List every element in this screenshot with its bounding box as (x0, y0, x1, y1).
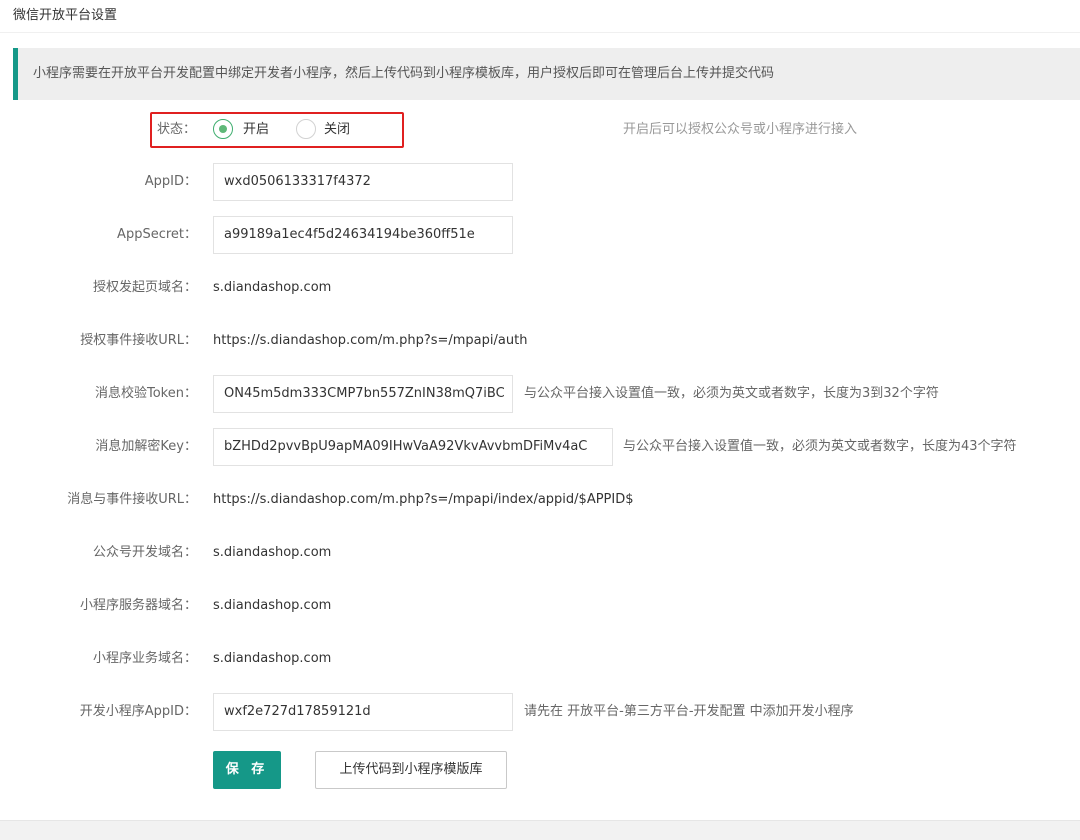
status-hint: 开启后可以授权公众号或小程序进行接入 (623, 122, 858, 137)
mini-business-domain-row: 小程序业务域名： s.diandashop.com (0, 640, 1080, 678)
mini-server-domain-value: s.diandashop.com (213, 598, 332, 613)
aes-key-input[interactable]: bZHDd2pvvBpU9apMA09IHwVaA92VkvAvvbmDFiMv… (213, 428, 613, 466)
auth-event-url-row: 授权事件接收URL： https://s.diandashop.com/m.ph… (0, 322, 1080, 360)
appsecret-row: AppSecret： a99189a1ec4f5d24634194be360ff… (0, 216, 1080, 254)
mini-business-domain-label: 小程序业务域名： (92, 651, 197, 666)
save-button[interactable]: 保 存 (213, 751, 281, 789)
appsecret-input[interactable]: a99189a1ec4f5d24634194be360ff51e (213, 216, 513, 254)
dev-mini-appid-row: 开发小程序AppID： wxf2e727d17859121d 请先在 开放平台-… (0, 693, 1080, 731)
mini-business-domain-value: s.diandashop.com (213, 651, 332, 666)
dev-mini-appid-hint: 请先在 开放平台-第三方平台-开发配置 中添加开发小程序 (524, 704, 854, 719)
status-label: 状态： (157, 122, 197, 137)
msg-event-url-label: 消息与事件接收URL： (67, 492, 197, 507)
dev-mini-appid-label: 开发小程序AppID： (79, 704, 197, 719)
radio-open[interactable] (213, 119, 233, 139)
footer-bar (0, 820, 1080, 840)
token-input[interactable]: ON45m5dm333CMP7bn557ZnIN38mQ7iBC (213, 375, 513, 413)
aes-key-hint: 与公众平台接入设置值一致，必须为英文或者数字，长度为43个字符 (623, 439, 1017, 454)
token-label: 消息校验Token： (95, 386, 197, 401)
auth-event-url-label: 授权事件接收URL： (80, 333, 197, 348)
appid-label: AppID： (144, 174, 197, 189)
upload-code-button[interactable]: 上传代码到小程序模版库 (315, 751, 507, 789)
appid-input[interactable]: wxd0506133317f4372 (213, 163, 513, 201)
radio-checked-dot (219, 125, 227, 133)
mp-dev-domain-row: 公众号开发域名： s.diandashop.com (0, 534, 1080, 572)
appid-row: AppID： wxd0506133317f4372 (0, 163, 1080, 201)
auth-domain-row: 授权发起页域名： s.diandashop.com (0, 269, 1080, 307)
page-title: 微信开放平台设置 (13, 8, 118, 23)
auth-domain-label: 授权发起页域名： (92, 280, 197, 295)
auth-domain-value: s.diandashop.com (213, 280, 332, 295)
mini-server-domain-label: 小程序服务器域名： (79, 598, 197, 613)
page-header: 微信开放平台设置 (0, 0, 1080, 33)
dev-mini-appid-input[interactable]: wxf2e727d17859121d (213, 693, 513, 731)
auth-event-url-value: https://s.diandashop.com/m.php?s=/mpapi/… (213, 333, 528, 348)
mp-dev-domain-label: 公众号开发域名： (92, 545, 197, 560)
radio-open-label[interactable]: 开启 (243, 112, 269, 148)
info-notice: 小程序需要在开放平台开发配置中绑定开发者小程序，然后上传代码到小程序模板库，用户… (13, 48, 1080, 100)
token-hint: 与公众平台接入设置值一致，必须为英文或者数字，长度为3到32个字符 (524, 386, 939, 401)
aes-key-label: 消息加解密Key： (95, 439, 197, 454)
mp-dev-domain-value: s.diandashop.com (213, 545, 332, 560)
appsecret-label: AppSecret： (117, 227, 197, 242)
radio-close[interactable] (296, 119, 316, 139)
msg-event-url-value: https://s.diandashop.com/m.php?s=/mpapi/… (213, 492, 634, 507)
msg-event-url-row: 消息与事件接收URL： https://s.diandashop.com/m.p… (0, 481, 1080, 519)
mini-server-domain-row: 小程序服务器域名： s.diandashop.com (0, 587, 1080, 625)
token-row: 消息校验Token： ON45m5dm333CMP7bn557ZnIN38mQ7… (0, 375, 1080, 413)
aes-key-row: 消息加解密Key： bZHDd2pvvBpU9apMA09IHwVaA92Vkv… (0, 428, 1080, 466)
radio-close-label[interactable]: 关闭 (324, 112, 350, 148)
